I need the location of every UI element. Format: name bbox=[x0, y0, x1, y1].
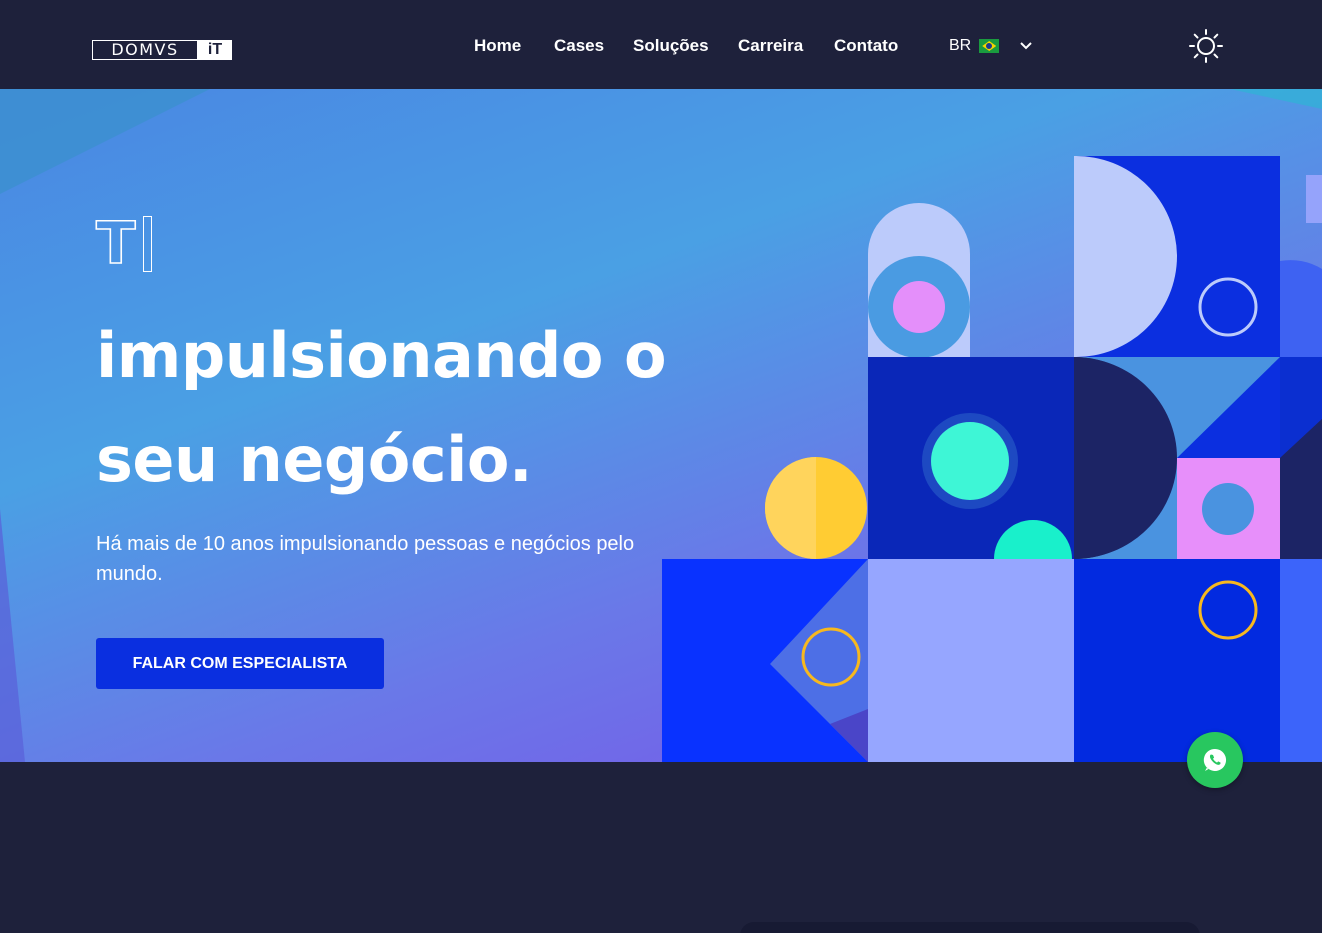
nav-home[interactable]: Home bbox=[474, 36, 521, 56]
whatsapp-icon bbox=[1203, 748, 1227, 771]
geometric-illustration bbox=[662, 155, 1322, 762]
logo-suffix: iT bbox=[198, 40, 232, 60]
nav-cases[interactable]: Cases bbox=[554, 36, 604, 56]
next-section-card bbox=[740, 922, 1200, 933]
nav-carreira[interactable]: Carreira bbox=[738, 36, 803, 56]
chevron-down-icon[interactable] bbox=[1018, 38, 1034, 54]
logo-text: DOMVS bbox=[92, 40, 198, 60]
hero-section: T impulsionando o seu negócio. Há mais d… bbox=[0, 89, 1322, 762]
domvs-it-logo[interactable]: DOMVS iT bbox=[92, 40, 232, 60]
language-selector[interactable]: BR bbox=[949, 36, 1000, 56]
sun-icon[interactable] bbox=[1188, 28, 1224, 64]
site-header: DOMVS iT Home Cases Soluções Carreira Co… bbox=[0, 0, 1322, 89]
language-label: BR bbox=[949, 37, 972, 54]
nav-solucoes[interactable]: Soluções bbox=[633, 36, 709, 56]
nav-contato[interactable]: Contato bbox=[834, 36, 898, 56]
whatsapp-button[interactable] bbox=[1187, 732, 1243, 788]
brazil-flag-icon bbox=[979, 39, 1000, 53]
